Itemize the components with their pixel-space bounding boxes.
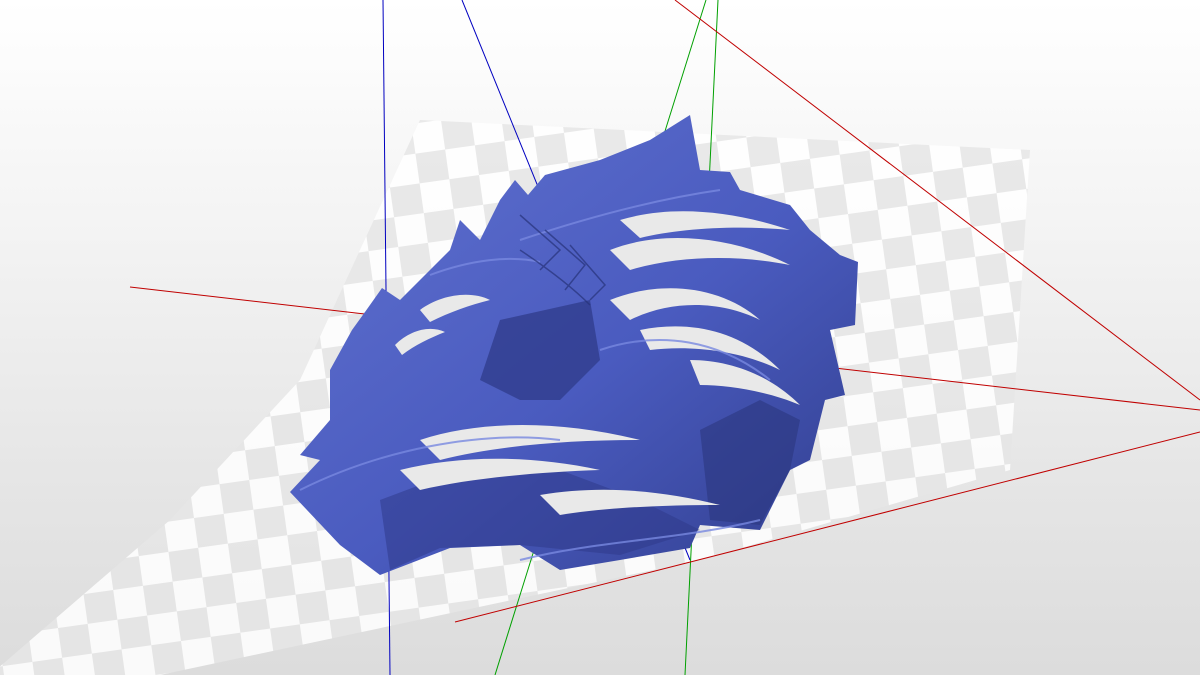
scene-canvas[interactable] — [0, 0, 1200, 675]
3d-viewport[interactable] — [0, 0, 1200, 675]
